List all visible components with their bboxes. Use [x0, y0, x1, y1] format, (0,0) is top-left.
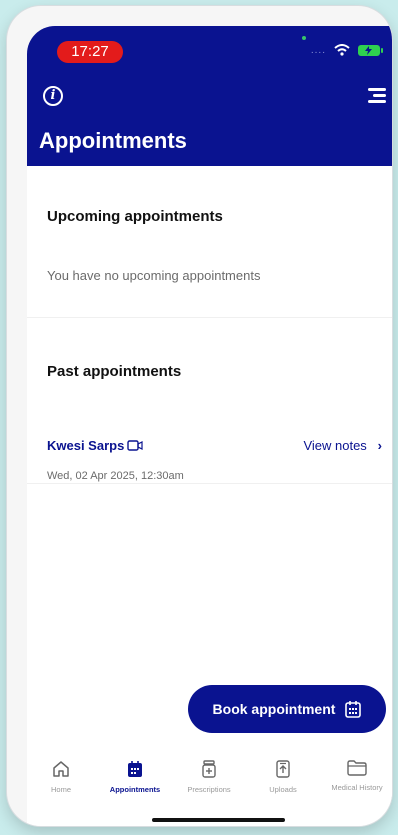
app-header: 17:27 .... i Appointments	[27, 26, 392, 166]
wifi-icon	[334, 44, 350, 56]
past-title: Past appointments	[47, 363, 182, 380]
doctor-name: Kwesi Sarps	[47, 438, 125, 453]
calendar-icon	[345, 701, 362, 718]
bottom-tab-bar: Home Appointments Prescriptions Uploads …	[27, 746, 392, 806]
page-title: Appointments	[39, 128, 187, 153]
video-camera-icon	[127, 440, 143, 451]
app-screen: 17:27 .... i Appointments Upcoming appoi…	[27, 26, 392, 826]
calendar-icon	[128, 761, 142, 777]
empty-upcoming-message: You have no upcoming appointments	[47, 268, 261, 283]
upload-icon	[276, 760, 290, 778]
phone-frame: 17:27 .... i Appointments Upcoming appoi…	[7, 6, 392, 826]
appointment-row[interactable]: Kwesi Sarps View notes ›	[47, 438, 382, 458]
tab-medical-history[interactable]: Medical History	[320, 746, 392, 792]
prescription-icon	[202, 760, 216, 778]
home-indicator	[152, 818, 285, 822]
view-notes-link[interactable]: View notes ›	[303, 438, 382, 453]
tab-prescriptions[interactable]: Prescriptions	[172, 746, 246, 794]
appointment-date: Wed, 02 Apr 2025, 12:30am	[47, 470, 184, 482]
home-icon	[53, 761, 69, 777]
status-time: 17:27	[57, 41, 123, 63]
tab-uploads-label: Uploads	[269, 785, 297, 794]
signal-dots: ....	[310, 44, 326, 56]
upcoming-title: Upcoming appointments	[47, 208, 223, 225]
tab-home-label: Home	[50, 785, 71, 794]
privacy-indicator-dot	[302, 36, 306, 40]
folder-icon	[347, 760, 367, 776]
tab-home[interactable]: Home	[27, 746, 98, 794]
battery-charging-icon	[358, 44, 383, 56]
book-appointment-label: Book appointment	[212, 701, 336, 717]
tab-appointments[interactable]: Appointments	[98, 746, 172, 794]
book-appointment-button[interactable]: Book appointment	[188, 685, 386, 733]
tab-prescriptions-label: Prescriptions	[187, 785, 231, 794]
tab-appointments-label: Appointments	[109, 785, 161, 794]
info-icon[interactable]: i	[43, 86, 63, 106]
upcoming-appointments-section: Upcoming appointments You have no upcomi…	[27, 166, 392, 316]
status-icons: ....	[310, 44, 383, 56]
chevron-right-icon: ›	[377, 438, 382, 453]
menu-icon[interactable]	[366, 87, 386, 105]
past-appointments-section: Past appointments Kwesi Sarps View notes…	[27, 317, 392, 484]
view-notes-label: View notes	[303, 438, 367, 453]
tab-uploads[interactable]: Uploads	[246, 746, 320, 794]
tab-medical-history-label: Medical History	[331, 783, 383, 792]
